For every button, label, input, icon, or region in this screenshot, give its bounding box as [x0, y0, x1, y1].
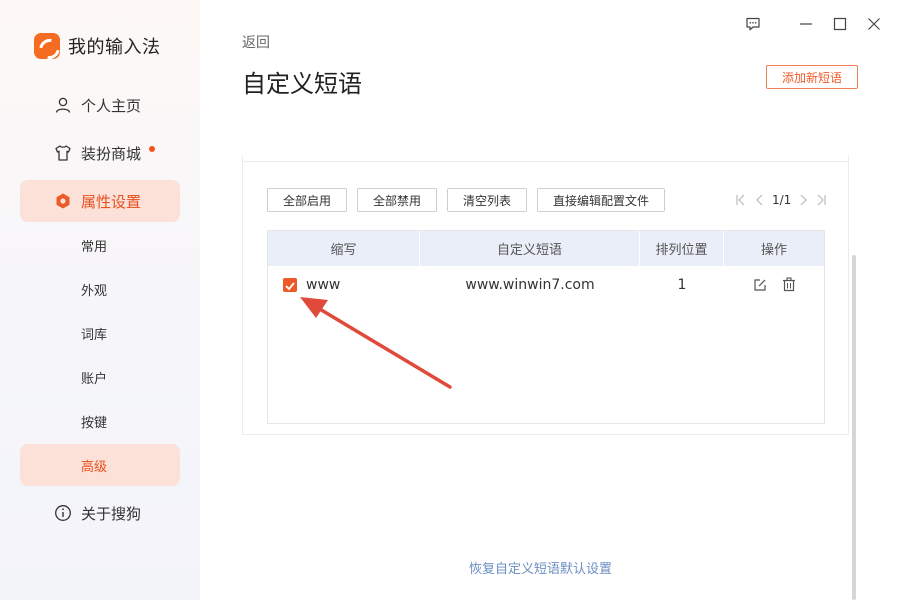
trash-icon[interactable] — [782, 277, 796, 292]
next-page-icon[interactable] — [797, 194, 809, 206]
position-cell: 1 — [677, 277, 687, 293]
sidebar-subitem-account[interactable]: 账户 — [20, 356, 180, 398]
last-page-icon[interactable] — [815, 194, 827, 206]
checkmark-icon — [285, 282, 295, 291]
sidebar-subitem-label: 外观 — [81, 283, 108, 299]
clear-list-button[interactable]: 清空列表 — [447, 188, 527, 212]
sidebar-item-label: 属性设置 — [81, 192, 142, 211]
app-title: 我的输入法 — [68, 37, 161, 58]
sidebar-subitem-label: 账户 — [81, 371, 108, 387]
sogou-logo-icon — [34, 33, 60, 59]
maximize-button[interactable] — [828, 12, 852, 36]
enable-all-button[interactable]: 全部启用 — [267, 188, 347, 212]
column-header-actions: 操作 — [760, 243, 787, 258]
table-header: 缩写 自定义短语 排列位置 操作 — [268, 231, 824, 266]
sidebar-item-label: 个人主页 — [81, 96, 142, 115]
first-page-icon[interactable] — [735, 194, 747, 206]
abbr-cell: www — [306, 277, 341, 293]
row-checkbox[interactable] — [283, 278, 297, 292]
sidebar-subitem-label: 高级 — [81, 459, 108, 475]
sidebar-subitem-appearance[interactable]: 外观 — [20, 268, 180, 310]
edit-config-file-button[interactable]: 直接编辑配置文件 — [537, 188, 665, 212]
feedback-button[interactable] — [741, 12, 765, 36]
close-icon — [868, 18, 880, 30]
minimize-button[interactable] — [794, 12, 818, 36]
minimize-icon — [800, 23, 812, 25]
sidebar-item-profile[interactable]: 个人主页 — [20, 84, 180, 126]
sidebar-item-about[interactable]: 关于搜狗 — [20, 492, 180, 534]
sidebar-subitem-label: 按键 — [81, 415, 108, 431]
sidebar-item-label: 装扮商城 — [81, 144, 142, 163]
add-phrase-button[interactable]: 添加新短语 — [766, 65, 858, 89]
sidebar-subitem-common[interactable]: 常用 — [20, 224, 180, 266]
prev-page-icon[interactable] — [754, 194, 766, 206]
maximize-icon — [833, 17, 847, 31]
back-link[interactable]: 返回 — [242, 32, 270, 52]
phrase-table: 缩写 自定义短语 排列位置 操作 www www.winwin7.com 1 — [267, 230, 825, 424]
sidebar-subitem-keys[interactable]: 按键 — [20, 400, 180, 442]
page-indicator: 1/1 — [772, 193, 792, 207]
brand: 我的输入法 — [34, 33, 161, 59]
sidebar-subitem-label: 词库 — [81, 327, 108, 343]
feedback-icon — [746, 17, 760, 31]
hexagon-settings-icon — [56, 193, 70, 209]
page-title: 自定义短语 — [242, 70, 362, 98]
sidebar-item-shop[interactable]: 装扮商城 — [20, 132, 180, 174]
notification-badge — [149, 146, 155, 152]
sidebar-item-label: 关于搜狗 — [81, 504, 142, 523]
column-header-position: 排列位置 — [640, 231, 724, 266]
user-icon — [55, 97, 71, 113]
column-header-abbr: 缩写 — [268, 231, 420, 266]
sidebar-subitem-label: 常用 — [81, 239, 108, 255]
info-icon — [55, 505, 71, 521]
sidebar-item-settings[interactable]: 属性设置 — [20, 180, 180, 222]
sidebar-subitem-advanced[interactable]: 高级 — [20, 444, 180, 486]
sidebar-subitem-dictionary[interactable]: 词库 — [20, 312, 180, 354]
sidebar: 我的输入法 个人主页 装扮商城 属性设置 常用 外观 词库 账户 按键 高级 关… — [0, 0, 200, 600]
edit-icon[interactable] — [753, 278, 767, 292]
restore-defaults-link[interactable]: 恢复自定义短语默认设置 — [469, 558, 612, 577]
shirt-icon — [55, 145, 71, 161]
close-button[interactable] — [862, 12, 886, 36]
phrase-cell: www.winwin7.com — [465, 277, 595, 293]
disable-all-button[interactable]: 全部禁用 — [357, 188, 437, 212]
scrollbar[interactable] — [852, 255, 856, 600]
column-header-phrase: 自定义短语 — [420, 231, 640, 266]
